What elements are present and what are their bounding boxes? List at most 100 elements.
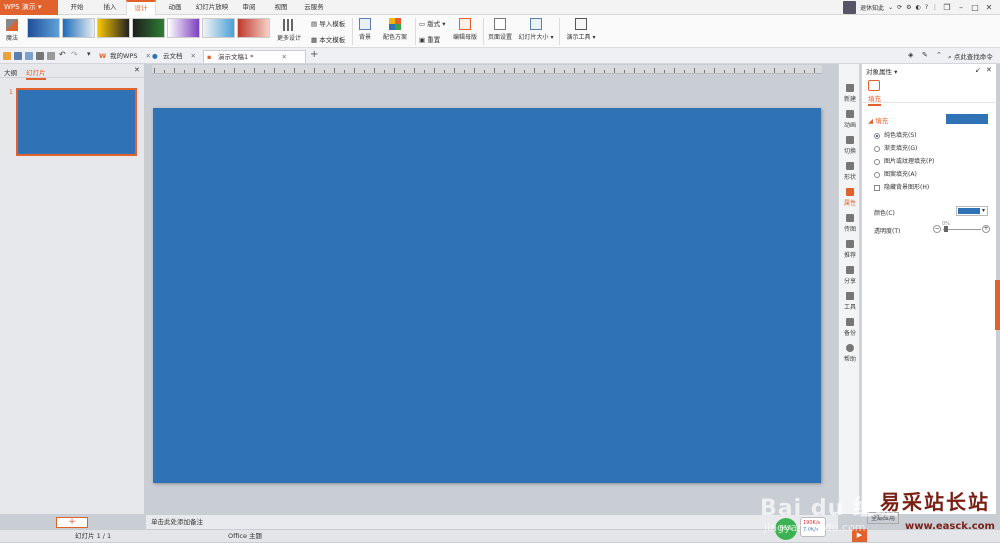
help-icon[interactable]: ? bbox=[925, 4, 928, 11]
option-solid-fill[interactable]: 纯色填充(S) bbox=[874, 130, 917, 139]
share-icon[interactable]: ◈ bbox=[908, 51, 913, 59]
menu-view[interactable]: 视图 bbox=[266, 0, 296, 15]
template-thumb-1[interactable] bbox=[27, 18, 60, 38]
print-icon[interactable] bbox=[36, 52, 44, 60]
redo-icon[interactable]: ↷ bbox=[71, 50, 78, 59]
transparency-slider[interactable] bbox=[943, 229, 981, 230]
strip-properties[interactable]: 属性 bbox=[839, 188, 861, 207]
customize-icon[interactable]: ▾ bbox=[87, 50, 91, 58]
fill-color-preview[interactable] bbox=[946, 114, 988, 124]
more-icon[interactable]: ⋮ bbox=[932, 4, 938, 11]
slide-thumbnail[interactable] bbox=[16, 88, 137, 156]
ruler-tick bbox=[724, 70, 725, 73]
reset-button[interactable]: ▣ 重置 bbox=[419, 34, 440, 44]
background-button[interactable]: 背景 bbox=[355, 18, 375, 41]
option-gradient-fill[interactable]: 渐变填充(G) bbox=[874, 143, 917, 152]
notes-pane[interactable]: 单击此处添加备注 bbox=[146, 514, 838, 529]
avatar[interactable] bbox=[843, 1, 857, 14]
save-icon[interactable] bbox=[14, 52, 22, 60]
settings-icon[interactable]: ⚙ bbox=[906, 4, 911, 11]
menu-review[interactable]: 审阅 bbox=[234, 0, 264, 15]
pin-icon[interactable]: ✎ bbox=[922, 51, 928, 59]
export-pdf-icon[interactable] bbox=[25, 52, 33, 60]
chevron-down-icon[interactable]: ⌄ bbox=[888, 4, 893, 11]
menu-slideshow[interactable]: 幻灯片放映 bbox=[192, 0, 232, 15]
strip-label: 形状 bbox=[843, 174, 856, 181]
template-thumb-6[interactable] bbox=[202, 18, 235, 38]
collapse-icon[interactable]: ⌃ bbox=[936, 51, 942, 59]
menu-animation[interactable]: 动画 bbox=[160, 0, 190, 15]
shape-icon bbox=[846, 162, 854, 170]
template-thumb-4[interactable] bbox=[132, 18, 165, 38]
decrease-icon[interactable]: − bbox=[933, 225, 941, 233]
strip-share[interactable]: 分享 bbox=[839, 266, 861, 285]
strip-tools[interactable]: 工具 bbox=[839, 292, 861, 311]
this-template-button[interactable]: ▦ 本文模板 bbox=[311, 34, 345, 44]
tab-my-wps[interactable]: W 我的WPS ✕ bbox=[96, 50, 157, 63]
tab-slides[interactable]: 幻灯片 bbox=[26, 67, 46, 80]
skin-icon[interactable]: ◐ bbox=[916, 4, 921, 11]
increase-icon[interactable]: + bbox=[982, 225, 990, 233]
color-dropdown[interactable]: ▾ bbox=[956, 206, 988, 216]
maximize-icon[interactable]: □ bbox=[970, 3, 980, 13]
color-scheme-button[interactable]: 配色方案 bbox=[378, 18, 412, 41]
strip-new[interactable]: 新建 bbox=[839, 84, 861, 103]
template-thumb-3[interactable] bbox=[97, 18, 130, 38]
strip-upload-image[interactable]: 传图 bbox=[839, 214, 861, 233]
more-design-label: 更多设计 bbox=[276, 35, 301, 42]
edit-master-button[interactable]: 编辑母版 bbox=[451, 18, 479, 41]
menu-design[interactable]: 设计 bbox=[126, 0, 156, 15]
undo-icon[interactable]: ↶ bbox=[59, 50, 66, 59]
layout-button[interactable]: ▭ 版式 ▾ bbox=[419, 18, 446, 28]
menu-insert[interactable]: 插入 bbox=[95, 0, 125, 15]
new-tab-button[interactable]: + bbox=[310, 49, 318, 60]
close-icon[interactable]: ✕ bbox=[134, 66, 140, 74]
magic-button[interactable]: 魔法 bbox=[3, 19, 21, 42]
strip-help[interactable]: 帮助 bbox=[839, 344, 861, 363]
option-picture-fill[interactable]: 图片或纹理填充(P) bbox=[874, 156, 934, 165]
present-tools-button[interactable]: 演示工具 ▾ bbox=[563, 18, 599, 41]
more-design-button[interactable]: 更多设计 bbox=[275, 19, 303, 42]
tab-presentation1[interactable]: ▪ 演示文稿1 * ✕ bbox=[203, 50, 306, 63]
slider-thumb[interactable] bbox=[944, 226, 948, 232]
command-search[interactable]: ⌕ 点此查找命令 bbox=[948, 51, 993, 62]
strip-recommend[interactable]: 推荐 bbox=[839, 240, 861, 259]
menu-start[interactable]: 开始 bbox=[62, 0, 92, 15]
section-fill-heading[interactable]: ◢ 填充 bbox=[868, 115, 888, 125]
panel-title[interactable]: 对象属性 ▾ bbox=[866, 66, 897, 76]
strip-transition[interactable]: 切换 bbox=[839, 136, 861, 155]
minimize-icon[interactable]: – bbox=[956, 3, 966, 13]
hide-background-checkbox[interactable]: 隐藏背景图形(H) bbox=[874, 182, 929, 191]
panel-collapse-handle[interactable] bbox=[995, 280, 1000, 330]
close-icon[interactable]: ✕ bbox=[281, 53, 286, 61]
template-thumb-5[interactable] bbox=[167, 18, 200, 38]
strip-label: 传图 bbox=[843, 226, 856, 233]
page-setup-button[interactable]: 页面设置 bbox=[486, 18, 514, 41]
pin-icon[interactable]: ↙ bbox=[975, 66, 981, 74]
menu-cloud[interactable]: 云服务 bbox=[298, 0, 330, 15]
import-template-button[interactable]: ▤ 导入模板 bbox=[311, 18, 345, 28]
preview-icon[interactable] bbox=[47, 52, 55, 60]
sync-icon[interactable]: ⟳ bbox=[897, 4, 902, 11]
add-slide-button[interactable]: + bbox=[56, 517, 88, 528]
slide-canvas[interactable] bbox=[153, 108, 821, 483]
tab-fill[interactable]: 填充 bbox=[868, 93, 881, 106]
template-thumb-7[interactable] bbox=[237, 18, 270, 38]
option-pattern-fill[interactable]: 图案填充(A) bbox=[874, 169, 917, 178]
strip-shape[interactable]: 形状 bbox=[839, 162, 861, 181]
close-icon[interactable]: ✕ bbox=[984, 3, 994, 13]
user-name[interactable]: 退休知此 bbox=[860, 3, 884, 12]
slide-size-button[interactable]: 幻灯片大小 ▾ bbox=[517, 18, 555, 41]
template-thumb-2[interactable] bbox=[62, 18, 95, 38]
strip-backup[interactable]: 备份 bbox=[839, 318, 861, 337]
palette-icon bbox=[389, 18, 401, 30]
tab-outline[interactable]: 大纲 bbox=[4, 67, 17, 77]
open-icon[interactable] bbox=[3, 52, 11, 60]
ruler-tick bbox=[264, 70, 265, 73]
strip-animation[interactable]: 动画 bbox=[839, 110, 861, 129]
restore-icon[interactable]: ❐ bbox=[942, 3, 952, 13]
close-icon[interactable]: ✕ bbox=[986, 66, 992, 74]
app-menu-button[interactable]: WPS 演示 ▾ bbox=[0, 0, 58, 15]
close-icon[interactable]: ✕ bbox=[191, 52, 196, 60]
tab-cloud-docs[interactable]: ● 云文档 ✕ bbox=[149, 50, 202, 63]
